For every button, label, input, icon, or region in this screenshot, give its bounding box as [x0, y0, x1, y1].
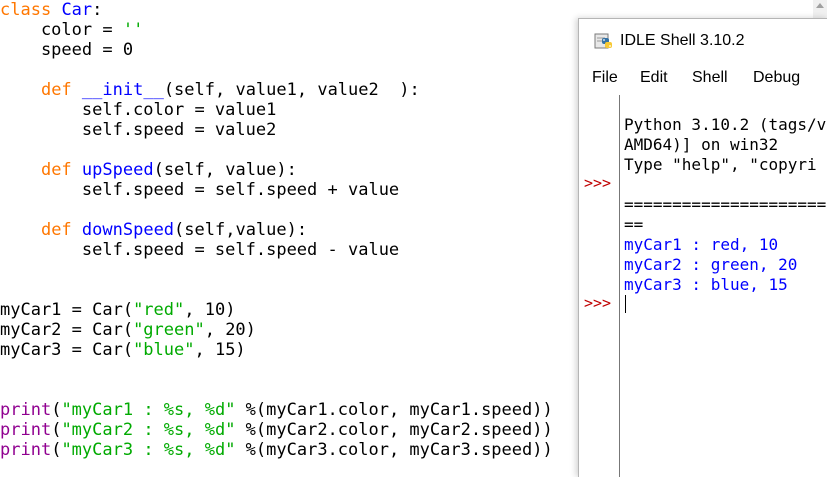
string-literal: "green"	[133, 320, 205, 340]
output-line: myCar3 : blue, 15	[624, 275, 788, 294]
string-literal: "blue"	[133, 340, 195, 360]
builtin-print: print	[0, 440, 52, 460]
code-line: speed = 0	[0, 40, 134, 60]
code-line: def downSpeed(self,value):	[40, 220, 308, 240]
code-line: myCar3 = Car("blue", 15)	[0, 340, 246, 360]
shell-output-area[interactable]: Python 3.10.2 (tags/v AMD64)] on win32 T…	[624, 95, 827, 477]
code-line: def upSpeed(self, value):	[40, 160, 297, 180]
code-line: print("myCar2 : %s, %d" %(myCar2.color, …	[0, 420, 553, 440]
banner-line: AMD64)] on win32	[624, 135, 779, 154]
code-line: self.speed = value2	[0, 120, 277, 140]
idle-shell-window[interactable]: IDLE Shell 3.10.2 File Edit Shell Debug …	[578, 18, 827, 477]
output-line: myCar1 : red, 10	[624, 235, 779, 254]
string-literal: "myCar1 : %s, %d"	[61, 400, 236, 420]
keyword-def: def	[40, 80, 72, 100]
menu-shell[interactable]: Shell	[692, 69, 728, 87]
shell-menubar: File Edit Shell Debug	[579, 65, 827, 93]
string-literal: "red"	[133, 300, 185, 320]
code-line: print("myCar3 : %s, %d" %(myCar3.color, …	[0, 440, 553, 460]
keyword-class: class	[0, 0, 52, 20]
window-title: IDLE Shell 3.10.2	[620, 32, 745, 49]
restart-line: =====================	[624, 195, 827, 214]
menu-edit[interactable]: Edit	[640, 69, 668, 87]
def-name-downspeed: downSpeed	[81, 220, 175, 240]
restart-line: ==	[624, 215, 644, 234]
code-line: self.speed = self.speed - value	[0, 240, 400, 260]
code-line: print("myCar1 : %s, %d" %(myCar1.color, …	[0, 400, 553, 420]
banner-line: Type "help", "copyri	[624, 155, 817, 174]
def-name-upspeed: upSpeed	[81, 160, 154, 180]
string-literal: ''	[122, 20, 144, 40]
code-line: self.color = value1	[0, 100, 277, 120]
code-line: myCar1 = Car("red", 10)	[0, 300, 236, 320]
code-line: def __init__(self, value1, value2 ):	[40, 80, 420, 100]
python-icon	[594, 33, 612, 49]
def-name-init: __init__	[81, 80, 164, 100]
shell-titlebar[interactable]: IDLE Shell 3.10.2	[579, 19, 827, 63]
prompt-marker: >>>	[584, 294, 612, 312]
class-name: Car	[61, 0, 93, 20]
output-line: myCar2 : green, 20	[624, 255, 798, 274]
code-line: myCar2 = Car("green", 20)	[0, 320, 256, 340]
code-line: self.speed = self.speed + value	[0, 180, 400, 200]
builtin-print: print	[0, 420, 52, 440]
prompt-gutter: >>> >>>	[579, 95, 620, 477]
prompt-marker: >>>	[584, 174, 612, 192]
code-line: class Car:	[0, 0, 103, 20]
string-literal: "myCar2 : %s, %d"	[61, 420, 236, 440]
menu-debug[interactable]: Debug	[753, 69, 800, 87]
keyword-def: def	[40, 220, 72, 240]
banner-line: Python 3.10.2 (tags/v	[624, 115, 827, 134]
menu-file[interactable]: File	[592, 69, 618, 87]
text-cursor	[625, 295, 626, 313]
keyword-def: def	[40, 160, 72, 180]
builtin-print: print	[0, 400, 52, 420]
code-line: color = ''	[0, 20, 144, 40]
string-literal: "myCar3 : %s, %d"	[61, 440, 236, 460]
scroll-up-arrow-icon[interactable]	[816, 3, 824, 8]
